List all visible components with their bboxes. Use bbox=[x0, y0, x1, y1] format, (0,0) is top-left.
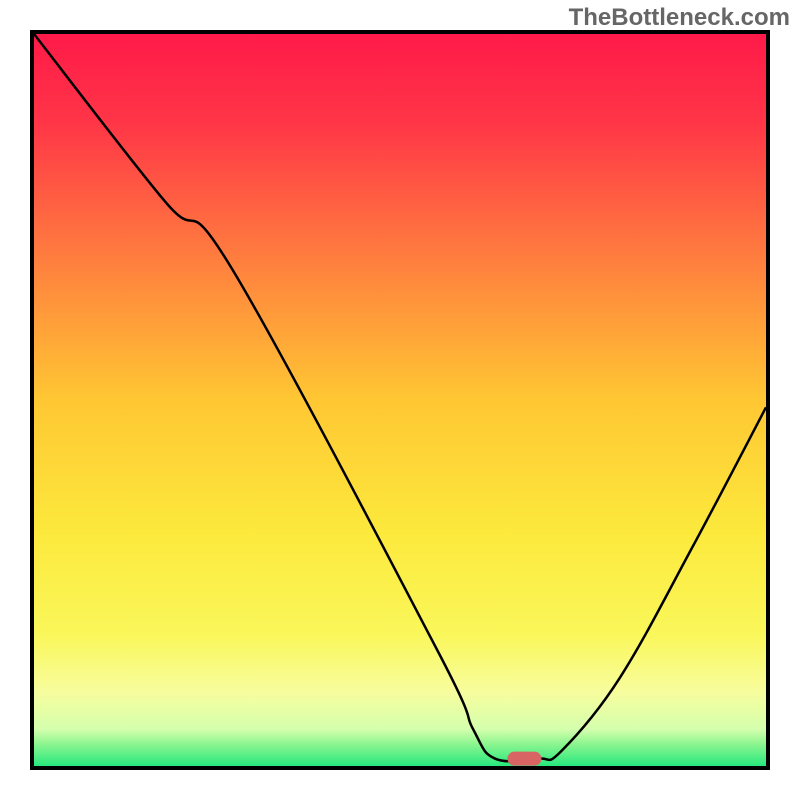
optimal-marker bbox=[507, 752, 541, 766]
gradient-background bbox=[34, 34, 766, 766]
chart-svg bbox=[34, 34, 766, 766]
watermark-text: TheBottleneck.com bbox=[569, 4, 790, 32]
chart-plot-area bbox=[30, 30, 770, 770]
